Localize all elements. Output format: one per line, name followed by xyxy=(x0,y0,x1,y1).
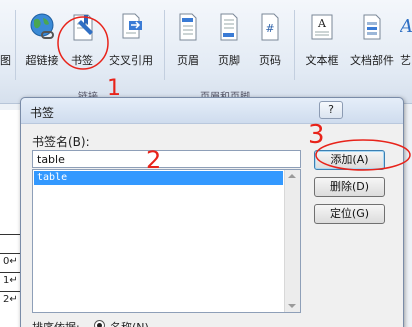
annotation-step-2: 2 xyxy=(146,146,162,174)
bookmark-highlight-circle xyxy=(57,16,109,70)
add-button-highlight-circle xyxy=(315,139,411,171)
annotation-step-1: 1 xyxy=(107,76,121,101)
annotation-step-3: 3 xyxy=(308,120,325,150)
annotation-overlay xyxy=(57,16,411,171)
